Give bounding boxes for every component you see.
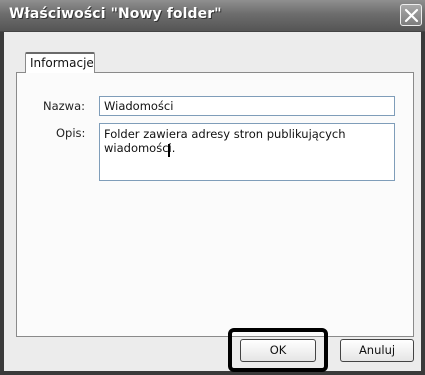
name-field[interactable] xyxy=(99,96,395,116)
description-label: Opis: xyxy=(56,126,86,140)
close-button[interactable] xyxy=(400,4,422,26)
tab-informacje-label: Informacje xyxy=(30,56,94,70)
close-icon xyxy=(404,8,419,23)
cancel-button[interactable]: Anuluj xyxy=(340,339,414,362)
tab-informacje[interactable]: Informacje xyxy=(25,52,95,73)
name-label: Nazwa: xyxy=(43,99,86,113)
title-bar[interactable]: Właściwości "Nowy folder" xyxy=(0,0,425,32)
text-cursor xyxy=(168,144,170,157)
dialog-title: Właściwości "Nowy folder" xyxy=(9,6,222,22)
description-field[interactable]: Folder zawiera adresy stron publikującyc… xyxy=(99,123,395,181)
ok-button[interactable]: OK xyxy=(240,339,316,362)
